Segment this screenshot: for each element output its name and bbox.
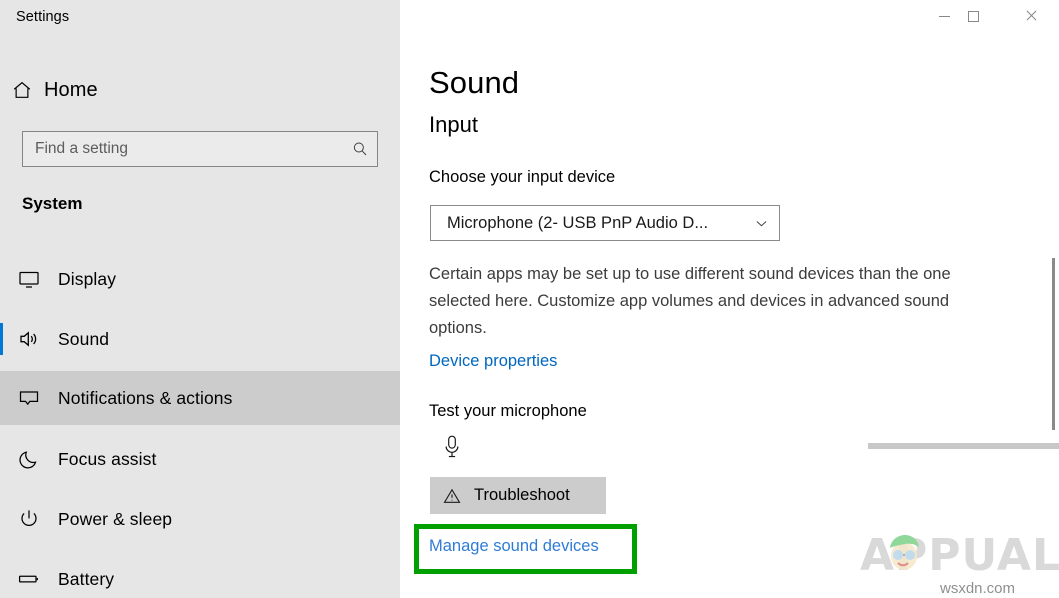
search-icon[interactable] <box>343 140 377 158</box>
power-icon <box>0 507 58 531</box>
speaker-icon <box>0 327 58 351</box>
microphone-level-meter <box>868 443 1059 449</box>
selection-accent <box>0 382 3 414</box>
maximize-icon <box>968 11 979 22</box>
device-properties-link[interactable]: Device properties <box>429 352 557 371</box>
chevron-down-icon[interactable] <box>743 215 779 232</box>
sidebar-item-notifications-label: Notifications & actions <box>58 388 232 409</box>
manage-sound-devices-link[interactable]: Manage sound devices <box>429 537 599 556</box>
selection-accent <box>0 503 3 535</box>
search-box[interactable] <box>22 131 378 167</box>
input-device-description: Certain apps may be set up to use differ… <box>429 261 999 342</box>
sidebar-item-sound-label: Sound <box>58 329 109 350</box>
moon-icon <box>0 447 58 471</box>
search-input[interactable] <box>23 140 343 158</box>
maximize-button[interactable] <box>950 0 996 32</box>
notification-icon <box>0 386 58 410</box>
settings-window: Settings Home System <box>0 0 1059 598</box>
sidebar-item-focus-assist-label: Focus assist <box>58 449 156 470</box>
monitor-icon <box>0 267 58 291</box>
sidebar-item-power-sleep[interactable]: Power & sleep <box>0 492 400 546</box>
input-device-label: Choose your input device <box>429 168 615 187</box>
home-icon <box>0 79 44 101</box>
selection-accent <box>0 443 3 475</box>
close-button[interactable] <box>1008 0 1054 32</box>
title-bar <box>0 0 1059 32</box>
sidebar-scrollbar[interactable] <box>393 248 400 598</box>
main-content: Sound Input Choose your input device Mic… <box>400 0 1059 598</box>
sidebar-item-home-label: Home <box>44 79 98 102</box>
input-device-dropdown[interactable]: Microphone (2- USB PnP Audio D... <box>430 205 780 241</box>
sidebar-item-display-label: Display <box>58 269 116 290</box>
sidebar-item-battery-label: Battery <box>58 569 114 590</box>
microphone-icon <box>439 432 465 462</box>
battery-icon <box>0 567 58 591</box>
troubleshoot-button-label: Troubleshoot <box>474 486 570 505</box>
sidebar-item-sound[interactable]: Sound <box>0 312 400 366</box>
sidebar-item-display[interactable]: Display <box>0 252 400 306</box>
sidebar-item-home[interactable]: Home <box>0 72 400 108</box>
sidebar-group-title: System <box>22 194 82 214</box>
page-title: Sound <box>429 65 519 101</box>
sidebar-item-battery[interactable]: Battery <box>0 552 400 598</box>
sidebar-item-focus-assist[interactable]: Focus assist <box>0 432 400 486</box>
warning-triangle-icon <box>430 486 474 506</box>
minimize-icon <box>939 16 950 17</box>
troubleshoot-button[interactable]: Troubleshoot <box>430 477 606 514</box>
selection-accent <box>0 323 3 355</box>
sidebar-item-notifications[interactable]: Notifications & actions <box>0 371 400 425</box>
close-icon <box>1025 10 1037 22</box>
selection-accent <box>0 563 3 595</box>
selection-accent <box>0 263 3 295</box>
content-scrollbar-thumb[interactable] <box>1052 258 1055 430</box>
input-device-dropdown-value: Microphone (2- USB PnP Audio D... <box>431 214 743 233</box>
section-title: Input <box>429 112 478 138</box>
sidebar-item-power-sleep-label: Power & sleep <box>58 509 172 530</box>
test-microphone-label: Test your microphone <box>429 402 587 421</box>
sidebar: Settings Home System <box>0 0 400 598</box>
